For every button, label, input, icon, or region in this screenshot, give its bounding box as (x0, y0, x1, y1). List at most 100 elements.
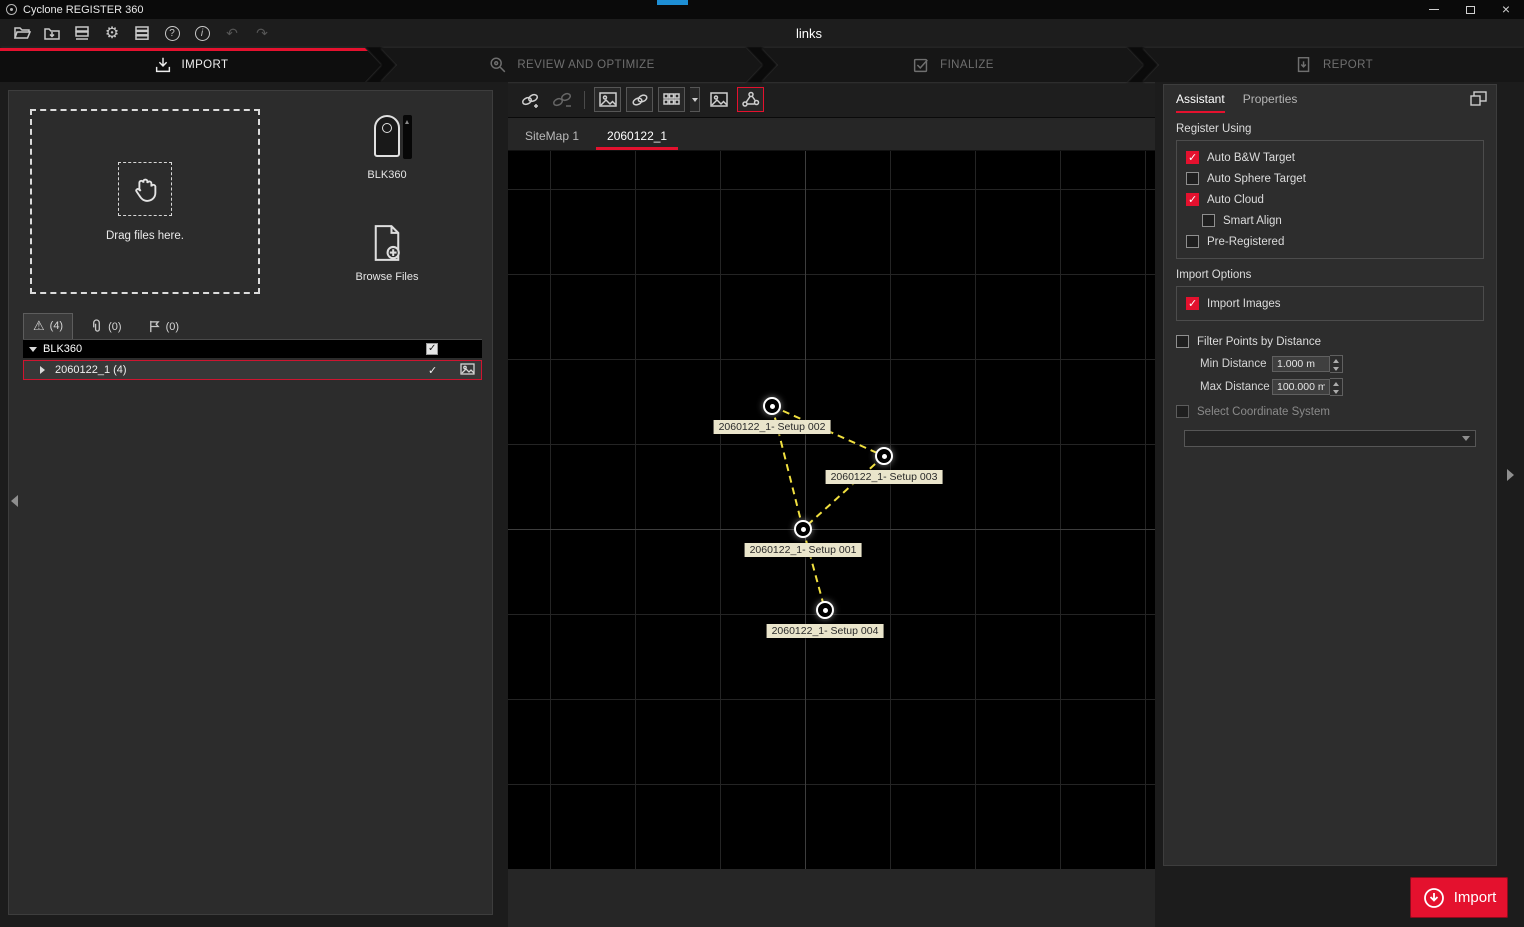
preview-image-button[interactable] (705, 87, 732, 112)
checked-icon[interactable] (428, 364, 440, 377)
image-target-button[interactable] (594, 87, 621, 112)
collapse-right-panel-icon[interactable] (1507, 469, 1520, 481)
storage-button[interactable] (130, 21, 154, 45)
device-scrollbar[interactable] (403, 115, 412, 159)
auto-cloud-network-button[interactable] (737, 87, 764, 112)
minimize-button[interactable] (1416, 0, 1452, 19)
open-project-button[interactable] (10, 21, 34, 45)
filter-section: Filter Points by Distance Min Distance M… (1176, 331, 1484, 447)
assistant-properties-panel: Assistant Properties Register Using Auto… (1163, 84, 1497, 866)
redo-button[interactable] (250, 21, 274, 45)
auto-sphere-target-checkbox[interactable] (1186, 172, 1199, 185)
max-distance-row: Max Distance (1176, 375, 1484, 398)
collapse-left-panel-icon[interactable] (5, 495, 18, 507)
import-icon (153, 55, 173, 75)
coordinate-system-checkbox[interactable] (1176, 405, 1189, 418)
setup-link-line[interactable] (803, 529, 825, 610)
workflow-step-import[interactable]: IMPORT (0, 48, 381, 82)
stepper-up-icon[interactable] (1330, 379, 1342, 388)
auto-bw-target-checkbox[interactable] (1186, 151, 1199, 164)
workflow-step-report[interactable]: REPORT (1143, 48, 1524, 82)
add-link-button[interactable] (516, 87, 543, 112)
break-link-icon (552, 91, 572, 109)
break-link-button[interactable] (548, 87, 575, 112)
properties-column: Assistant Properties Register Using Auto… (1155, 82, 1524, 927)
application-window: Cyclone REGISTER 360 links IM (0, 0, 1524, 927)
attachments-count: (0) (108, 321, 121, 333)
setup-link-line[interactable] (803, 456, 884, 529)
stack-icon (73, 24, 91, 42)
workflow-step-label: REPORT (1323, 59, 1373, 71)
project-stack-button[interactable] (70, 21, 94, 45)
grid-dropdown-button[interactable] (690, 87, 700, 112)
main-area: Drag files here. BLK360 Browse Files (0, 82, 1524, 927)
auto-cloud-checkbox[interactable] (1186, 193, 1199, 206)
stepper-up-icon[interactable] (1330, 356, 1342, 365)
filter-points-checkbox[interactable] (1176, 335, 1189, 348)
maximize-button[interactable] (1452, 0, 1488, 19)
tab-properties[interactable]: Properties (1243, 92, 1298, 113)
import-options-title: Import Options (1176, 269, 1484, 281)
option-pre-registered: Pre-Registered (1186, 231, 1474, 252)
settings-button[interactable] (100, 21, 124, 45)
workflow-step-finalize[interactable]: FINALIZE (762, 48, 1143, 82)
grid-view-button[interactable] (658, 87, 685, 112)
right-panel-tabs: Assistant Properties (1164, 85, 1496, 113)
thumbnail-icon[interactable] (460, 363, 475, 378)
float-panel-button[interactable] (1466, 88, 1490, 108)
setup-node[interactable] (875, 447, 893, 465)
setup-label: 2060122_1- Setup 004 (767, 624, 884, 638)
import-sources-column: Drag files here. BLK360 Browse Files (0, 82, 508, 927)
expand-caret-icon[interactable] (29, 347, 37, 356)
setup-node[interactable] (794, 520, 812, 538)
setup-node[interactable] (763, 397, 781, 415)
app-logo-icon (6, 4, 17, 15)
help-button[interactable] (160, 21, 184, 45)
tab-warnings[interactable]: (4) (23, 313, 73, 339)
coordinate-system-select[interactable] (1184, 430, 1476, 447)
sitemap-canvas[interactable]: 2060122_1- Setup 0022060122_1- Setup 003… (508, 151, 1155, 869)
close-button[interactable] (1488, 0, 1524, 19)
smart-align-checkbox[interactable] (1202, 214, 1215, 227)
setup-label: 2060122_1- Setup 001 (745, 543, 862, 557)
min-distance-row: Min Distance (1176, 352, 1484, 375)
tab-flags[interactable]: (0) (139, 315, 188, 339)
blk360-scanner-icon (374, 115, 400, 157)
max-distance-label: Max Distance (1200, 381, 1272, 393)
min-distance-label: Min Distance (1200, 358, 1272, 370)
stepper-down-icon[interactable] (1330, 388, 1342, 397)
tab-sitemap-1[interactable]: SiteMap 1 (514, 122, 590, 150)
drag-hand-icon (118, 162, 172, 216)
collapse-caret-icon[interactable] (40, 366, 49, 374)
undo-button[interactable] (220, 21, 244, 45)
option-auto-bw-target: Auto B&W Target (1186, 147, 1474, 168)
blk360-device[interactable]: BLK360 (357, 115, 417, 181)
pre-registered-checkbox[interactable] (1186, 235, 1199, 248)
max-distance-input[interactable] (1272, 379, 1330, 395)
setup-node[interactable] (816, 601, 834, 619)
import-button[interactable]: Import (1410, 877, 1508, 918)
tree-checkbox[interactable] (426, 343, 438, 355)
save-project-button[interactable] (40, 21, 64, 45)
info-button[interactable] (190, 21, 214, 45)
undo-icon (226, 25, 238, 42)
option-label: Auto Cloud (1207, 194, 1264, 206)
dropzone-label: Drag files here. (106, 230, 184, 242)
tab-assistant[interactable]: Assistant (1176, 92, 1225, 113)
min-distance-stepper[interactable] (1330, 355, 1343, 373)
workflow-step-review[interactable]: REVIEW AND OPTIMIZE (381, 48, 762, 82)
browse-files-button[interactable]: Browse Files (349, 225, 425, 283)
tree-row-blk360[interactable]: BLK360 (23, 340, 482, 358)
tree-row-scan-group[interactable]: 2060122_1 (4) (23, 360, 482, 380)
import-images-checkbox[interactable] (1186, 297, 1199, 310)
tab-attachments[interactable]: (0) (81, 315, 130, 339)
tab-scan-group[interactable]: 2060122_1 (596, 122, 678, 150)
link-targets-button[interactable] (626, 87, 653, 112)
file-dropzone[interactable]: Drag files here. (30, 109, 260, 294)
add-link-icon (520, 91, 540, 109)
max-distance-stepper[interactable] (1330, 378, 1343, 396)
titlebar: Cyclone REGISTER 360 (0, 0, 1524, 19)
stepper-down-icon[interactable] (1330, 365, 1342, 374)
min-distance-input[interactable] (1272, 356, 1330, 372)
image-target-icon (599, 92, 617, 107)
